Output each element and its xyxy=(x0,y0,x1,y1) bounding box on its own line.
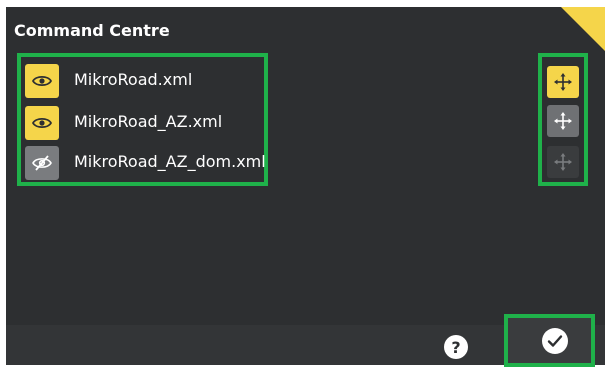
help-button[interactable]: ? xyxy=(444,335,468,359)
visibility-toggle-button[interactable] xyxy=(25,64,59,98)
file-name: MikroRoad.xml xyxy=(74,70,193,89)
checkmark-icon xyxy=(542,328,568,354)
file-name: MikroRoad_AZ_dom.xml xyxy=(74,152,266,171)
eye-slash-icon xyxy=(32,155,52,171)
visibility-toggle-button[interactable] xyxy=(25,146,59,180)
move-button[interactable] xyxy=(547,105,579,137)
file-name: MikroRoad_AZ.xml xyxy=(74,112,223,131)
move-arrows-icon xyxy=(554,112,572,130)
command-centre-window: Command Centre MikroRoad.xml MikroRoad_A… xyxy=(6,7,605,365)
move-arrows-icon xyxy=(554,73,572,91)
window-title: Command Centre xyxy=(14,21,170,40)
eye-icon xyxy=(32,117,52,129)
move-controls xyxy=(538,53,588,186)
move-arrows-icon xyxy=(554,153,572,171)
file-list: MikroRoad.xml MikroRoad_AZ.xml MikroRoad… xyxy=(17,53,268,186)
move-button[interactable] xyxy=(547,66,579,98)
confirm-button[interactable] xyxy=(504,314,595,367)
visibility-toggle-button[interactable] xyxy=(25,106,59,140)
move-button[interactable] xyxy=(547,146,579,178)
eye-icon xyxy=(32,75,52,87)
corner-accent xyxy=(561,7,605,51)
